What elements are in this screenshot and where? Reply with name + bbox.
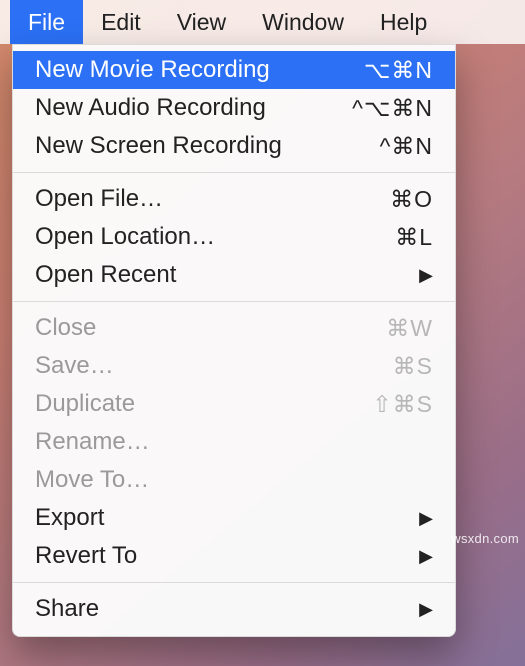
menu-item-label: Close: [35, 314, 323, 342]
menu-item-label: Revert To: [35, 542, 323, 570]
menu-item-new-movie-recording[interactable]: New Movie Recording⌥⌘N: [13, 51, 455, 89]
menu-item-shortcut: ^⌥⌘N: [323, 95, 433, 122]
menubar: File Edit View Window Help: [0, 0, 525, 44]
menu-item-label: Open Recent: [35, 261, 323, 289]
menu-item-new-audio-recording[interactable]: New Audio Recording^⌥⌘N: [13, 89, 455, 127]
menubar-item-label: File: [28, 9, 65, 36]
menu-item-shortcut: ⌘L: [323, 224, 433, 251]
menubar-item-file[interactable]: File: [10, 0, 83, 44]
menu-item-label: New Audio Recording: [35, 94, 323, 122]
menu-item-duplicate: Duplicate⇧⌘S: [13, 385, 455, 423]
menu-item-open-location[interactable]: Open Location…⌘L: [13, 218, 455, 256]
menu-item-label: Rename…: [35, 428, 323, 456]
menu-item-label: Duplicate: [35, 390, 323, 418]
menu-item-label: Share: [35, 595, 323, 623]
menu-item-open-file[interactable]: Open File…⌘O: [13, 180, 455, 218]
menubar-item-label: View: [177, 9, 226, 36]
menu-item-revert-to[interactable]: Revert To▶: [13, 537, 455, 575]
menu-separator: [13, 582, 455, 583]
watermark: wsxdn.com: [451, 531, 519, 546]
menu-item-open-recent[interactable]: Open Recent▶: [13, 256, 455, 294]
menu-item-shortcut: ⇧⌘S: [323, 391, 433, 418]
menu-item-share[interactable]: Share▶: [13, 590, 455, 628]
file-menu-dropdown: New Movie Recording⌥⌘NNew Audio Recordin…: [12, 44, 456, 637]
menu-item-shortcut: ^⌘N: [323, 133, 433, 160]
menu-item-label: Open Location…: [35, 223, 323, 251]
menu-item-save: Save…⌘S: [13, 347, 455, 385]
menu-item-shortcut: ⌘S: [323, 353, 433, 380]
menubar-item-edit[interactable]: Edit: [83, 0, 159, 44]
submenu-arrow-icon: ▶: [323, 599, 433, 620]
menu-item-new-screen-recording[interactable]: New Screen Recording^⌘N: [13, 127, 455, 165]
menu-separator: [13, 301, 455, 302]
menubar-item-view[interactable]: View: [159, 0, 244, 44]
menu-item-label: Save…: [35, 352, 323, 380]
menu-item-shortcut: ⌥⌘N: [323, 57, 433, 84]
submenu-arrow-icon: ▶: [323, 546, 433, 567]
menu-item-label: New Screen Recording: [35, 132, 323, 160]
submenu-arrow-icon: ▶: [323, 265, 433, 286]
submenu-arrow-icon: ▶: [323, 508, 433, 529]
menubar-item-label: Edit: [101, 9, 141, 36]
menu-item-label: New Movie Recording: [35, 56, 323, 84]
menu-item-label: Export: [35, 504, 323, 532]
menu-item-move-to: Move To…: [13, 461, 455, 499]
menu-item-rename: Rename…: [13, 423, 455, 461]
menu-item-shortcut: ⌘W: [323, 315, 433, 342]
menubar-item-label: Window: [262, 9, 344, 36]
menu-item-label: Move To…: [35, 466, 323, 494]
menu-separator: [13, 172, 455, 173]
menu-item-export[interactable]: Export▶: [13, 499, 455, 537]
menu-item-close: Close⌘W: [13, 309, 455, 347]
desktop: File Edit View Window Help New Movie Recordi…: [0, 0, 525, 666]
menu-item-label: Open File…: [35, 185, 323, 213]
menubar-item-label: Help: [380, 9, 427, 36]
menu-item-shortcut: ⌘O: [323, 186, 433, 213]
menubar-item-help[interactable]: Help: [362, 0, 445, 44]
menubar-item-window[interactable]: Window: [244, 0, 362, 44]
